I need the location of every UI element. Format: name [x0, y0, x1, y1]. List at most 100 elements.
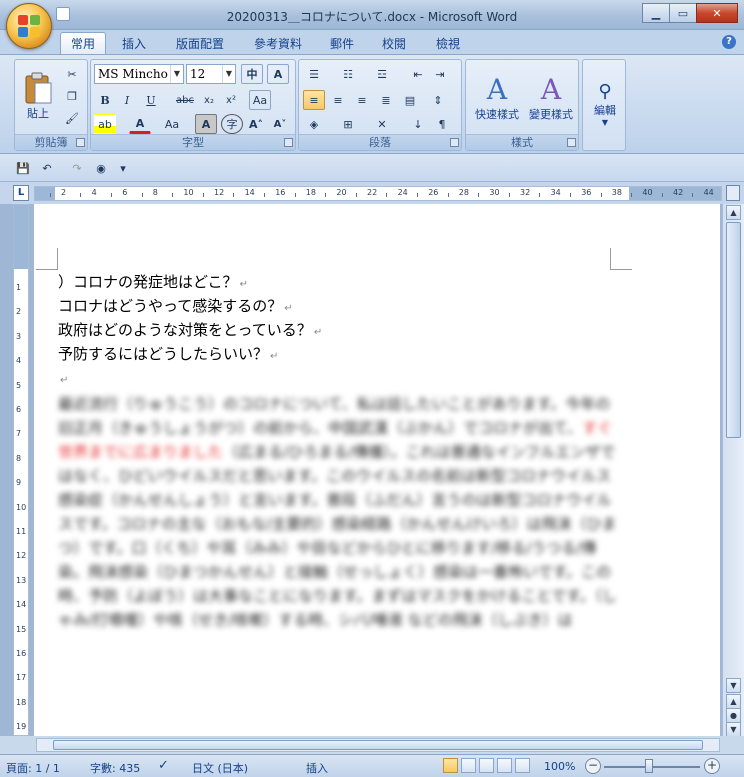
subscript-icon[interactable]: x₂ [198, 90, 220, 110]
asian-layout-icon[interactable]: ✕ [371, 114, 393, 134]
maximize-button[interactable]: ▭ [669, 3, 697, 23]
proofing-icon[interactable]: ✓ [158, 758, 169, 773]
clipboard-launcher[interactable] [76, 138, 85, 147]
previous-page-icon[interactable]: ▲ [726, 694, 741, 709]
borders-icon[interactable]: ⊞ [337, 114, 359, 134]
ruler-tick [172, 193, 174, 197]
office-button[interactable] [6, 3, 52, 49]
chevron-down-icon[interactable]: ▼ [222, 65, 235, 83]
align-center-icon[interactable]: ≡ [327, 90, 349, 110]
undo-icon[interactable]: ↶ [36, 158, 58, 178]
ruler-tick [692, 193, 694, 197]
decrease-indent-icon[interactable]: ⇤ [407, 64, 429, 84]
tab-selector-icon[interactable]: L [13, 185, 29, 201]
character-border-icon[interactable]: A [267, 64, 289, 84]
quick-styles-button[interactable]: A 快速樣式 [470, 62, 524, 132]
tab-mailings[interactable]: 郵件 [320, 32, 364, 54]
bold-icon[interactable]: B [94, 90, 116, 110]
ruler-tick [49, 193, 51, 197]
underline-icon[interactable]: U [140, 90, 162, 110]
zoom-level[interactable]: 100% [544, 760, 575, 773]
browse-object-icon[interactable]: ● [726, 708, 741, 723]
scroll-thumb[interactable] [726, 222, 741, 438]
scroll-up-icon[interactable]: ▲ [726, 205, 741, 220]
shading-icon[interactable]: ◈ [303, 114, 325, 134]
vertical-scrollbar[interactable]: ▲ ▼ ▲ ● ▼ [722, 204, 744, 737]
editing-button[interactable]: ⚲ 編輯 ▼ [585, 64, 625, 144]
print-layout-icon[interactable] [443, 758, 458, 773]
draft-icon[interactable] [515, 758, 530, 773]
numbering-icon[interactable]: ☷ [337, 64, 359, 84]
styles-launcher[interactable] [567, 138, 576, 147]
paste-button[interactable]: 貼上 [19, 64, 57, 128]
font-color-icon[interactable]: A [129, 114, 151, 134]
chevron-down-icon[interactable]: ▼ [170, 65, 183, 83]
font-launcher[interactable] [284, 138, 293, 147]
italic-icon[interactable]: I [116, 90, 138, 110]
highlight-icon[interactable]: ab [94, 114, 116, 134]
word-count[interactable]: 字數: 435 [90, 760, 140, 776]
customize-qat-icon[interactable]: ▾ [112, 158, 134, 178]
document-page[interactable]: ）コロナの発症地はどこ？ ↵ コロナはどうやって感染するの？ ↵ 政府はどのような対… [34, 204, 720, 736]
font-name-combo[interactable]: MS Mincho ▼ [94, 64, 184, 84]
increase-indent-icon[interactable]: ⇥ [429, 64, 451, 84]
tab-insert[interactable]: 插入 [112, 32, 156, 54]
show-marks-icon[interactable]: ¶ [431, 114, 453, 134]
web-layout-icon[interactable] [479, 758, 494, 773]
zoom-in-icon[interactable]: + [704, 758, 720, 774]
paragraph-launcher[interactable] [450, 138, 459, 147]
format-painter-icon[interactable]: 🖌 [61, 108, 83, 128]
character-shading-icon[interactable]: A [195, 114, 217, 134]
phonetic-guide-icon[interactable]: 中 [241, 64, 263, 84]
ruler-number: 16 [275, 188, 286, 197]
multilevel-list-icon[interactable]: ☲ [371, 64, 393, 84]
vertical-ruler[interactable]: 1 2 3 4 5 6 7 8 9 10 11 12 13 14 15 16 17 18 19 [13, 204, 29, 736]
language[interactable]: 日文 (日本) [192, 760, 248, 776]
font-size-combo[interactable]: 12 ▼ [186, 64, 236, 84]
sort-icon[interactable]: ↓ [407, 114, 429, 134]
line-spacing-icon[interactable]: ⇕ [427, 90, 449, 110]
align-left-icon[interactable]: ≡ [303, 90, 325, 110]
ruler-tick [661, 193, 663, 197]
enclose-characters-icon[interactable]: 字 [221, 114, 243, 134]
redo-icon[interactable]: ↷ [66, 158, 88, 178]
tab-references[interactable]: 參考資料 [244, 32, 312, 54]
copy-icon[interactable]: ❐ [61, 86, 83, 106]
horizontal-scroll-track[interactable] [36, 738, 720, 752]
view-ruler-icon[interactable] [726, 185, 740, 201]
clear-formatting-icon[interactable]: Aa [249, 90, 271, 110]
change-styles-button[interactable]: A 變更樣式 [524, 62, 578, 132]
minimize-button[interactable]: ▁ [642, 3, 670, 23]
insert-mode[interactable]: 插入 [306, 760, 328, 776]
page-count[interactable]: 頁面: 1 / 1 [6, 760, 60, 776]
circle-icon[interactable]: ◉ [90, 158, 112, 178]
superscript-icon[interactable]: x² [220, 90, 242, 110]
next-page-icon[interactable]: ▼ [726, 722, 741, 737]
justify-icon[interactable]: ≣ [375, 90, 397, 110]
tab-review[interactable]: 校閱 [372, 32, 416, 54]
ruler-number: 30 [489, 188, 500, 197]
align-right-icon[interactable]: ≡ [351, 90, 373, 110]
save-icon[interactable]: 💾 [12, 158, 34, 178]
zoom-slider-thumb[interactable] [645, 759, 653, 773]
horizontal-scrollbar[interactable] [0, 736, 744, 754]
scroll-down-icon[interactable]: ▼ [726, 678, 741, 693]
styles-group: A 快速樣式 A 變更樣式 樣式 [465, 59, 579, 151]
tab-home[interactable]: 常用 [60, 32, 107, 54]
distributed-icon[interactable]: ▤ [399, 90, 421, 110]
help-icon[interactable]: ? [722, 35, 736, 49]
outline-icon[interactable] [497, 758, 512, 773]
shrink-font-icon[interactable]: A˅ [269, 114, 291, 134]
horizontal-ruler[interactable]: 2 4 6 8 10 12 14 16 18 20 22 24 26 28 30 32 34 36 38 40 42 44 [34, 186, 722, 201]
full-screen-reading-icon[interactable] [461, 758, 476, 773]
change-case-icon[interactable]: Aa [161, 114, 183, 134]
tab-view[interactable]: 檢視 [426, 32, 470, 54]
strikethrough-icon[interactable]: abc [174, 90, 196, 110]
grow-font-icon[interactable]: A˄ [245, 114, 267, 134]
zoom-out-icon[interactable]: − [585, 758, 601, 774]
bullets-icon[interactable]: ☰ [303, 64, 325, 84]
horizontal-scroll-thumb[interactable] [53, 740, 703, 750]
cut-icon[interactable]: ✂ [61, 64, 83, 84]
close-button[interactable]: ✕ [696, 3, 738, 23]
tab-page-layout[interactable]: 版面配置 [166, 32, 234, 54]
